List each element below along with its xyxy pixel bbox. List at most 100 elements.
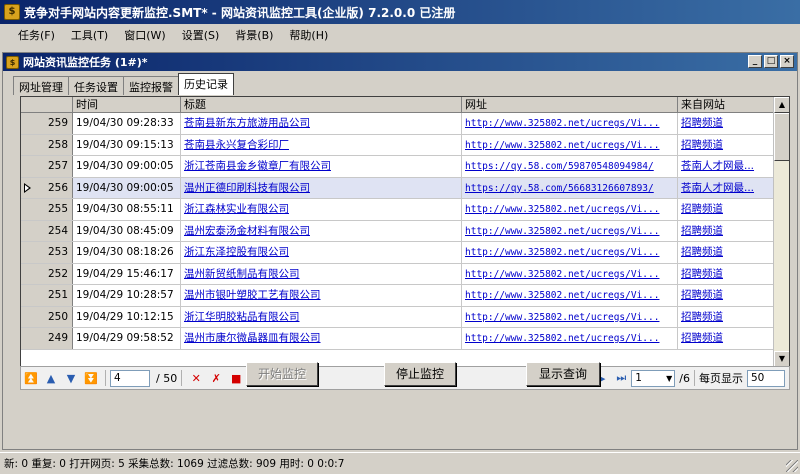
url-link[interactable]: http://www.325802.net/ucregs/Vi... (462, 134, 678, 155)
clear-records-icon[interactable]: ■ (228, 372, 244, 385)
menu-task[interactable]: 任务(F) (10, 25, 63, 45)
header-row-number (21, 97, 73, 112)
first-record-icon[interactable]: ⏫ (23, 372, 39, 385)
nav-separator (694, 370, 695, 386)
tab-alerts[interactable]: 监控报警 (123, 76, 179, 95)
app-window: $ 竞争对手网站内容更新监控.SMT* - 网站资讯监控工具(企业版) 7.2.… (0, 0, 800, 474)
table-row[interactable]: 254 19/04/30 08:45:09 温州宏泰汤金材料有限公司 http://w… (21, 220, 789, 242)
last-record-icon[interactable]: ⏬ (83, 372, 99, 385)
menu-window[interactable]: 窗口(W) (116, 25, 173, 45)
header-title[interactable]: 标题 (181, 97, 462, 112)
minimize-button[interactable]: _ (748, 55, 762, 68)
source-site-link[interactable]: 招聘频道 (678, 306, 775, 327)
scroll-thumb[interactable] (774, 113, 789, 161)
child-app-icon: $ (6, 55, 19, 69)
menu-tools[interactable]: 工具(T) (63, 25, 116, 45)
show-query-button[interactable]: 显示查询 (526, 362, 600, 386)
url-link[interactable]: http://www.325802.net/ucregs/Vi... (462, 263, 678, 284)
time-cell: 19/04/29 10:28:57 (73, 285, 181, 306)
title-link[interactable]: 苍南县新东方旅游用品公司 (181, 113, 462, 134)
per-page-input[interactable]: 50 (747, 369, 785, 387)
grid-vertical-scrollbar[interactable]: ▲ ▼ (773, 97, 789, 367)
source-site-link[interactable]: 招聘频道 (678, 285, 775, 306)
table-row[interactable]: 257 19/04/30 09:00:05 浙江苍南县金乡徽章厂有限公司 https:… (21, 156, 789, 178)
header-source-site[interactable]: 来自网站 (678, 97, 775, 112)
row-number: 255 (21, 199, 73, 220)
url-link[interactable]: http://www.325802.net/ucregs/Vi... (462, 242, 678, 263)
url-link[interactable]: http://www.325802.net/ucregs/Vi... (462, 328, 678, 349)
resize-grip-icon[interactable] (786, 460, 798, 472)
source-site-link[interactable]: 招聘频道 (678, 199, 775, 220)
source-site-link[interactable]: 苍南人才网最... (678, 156, 775, 177)
source-site-link[interactable]: 招聘频道 (678, 263, 775, 284)
menu-help[interactable]: 帮助(H) (281, 25, 336, 45)
row-number: 256 (21, 177, 73, 198)
close-button[interactable]: × (780, 55, 794, 68)
table-row[interactable]: 253 19/04/30 08:18:26 浙江东泽控股有限公司 http://www… (21, 242, 789, 264)
scroll-down-arrow-icon[interactable]: ▼ (774, 351, 789, 367)
header-time[interactable]: 时间 (73, 97, 181, 112)
tab-task-settings[interactable]: 任务设置 (68, 76, 124, 95)
url-link[interactable]: https://qy.58.com/56683126607893/ (462, 177, 678, 198)
url-link[interactable]: http://www.325802.net/ucregs/Vi... (462, 285, 678, 306)
delete-icon[interactable]: ✕ (188, 372, 204, 385)
title-link[interactable]: 温州市银叶塑胶工艺有限公司 (181, 285, 462, 306)
url-link[interactable]: http://www.325802.net/ucregs/Vi... (462, 306, 678, 327)
title-link[interactable]: 浙江苍南县金乡徽章厂有限公司 (181, 156, 462, 177)
table-row[interactable]: 256 19/04/30 09:00:05 温州正德印刷科技有限公司 https://… (21, 177, 789, 199)
title-bar: $ 竞争对手网站内容更新监控.SMT* - 网站资讯监控工具(企业版) 7.2.… (0, 0, 800, 24)
child-title-bar: $ 网站资讯监控任务 (1#)* _ □ × (3, 53, 797, 71)
source-site-link[interactable]: 招聘频道 (678, 134, 775, 155)
table-row[interactable]: 258 19/04/30 09:15:13 苍南县永兴复合彩印厂 http://www… (21, 134, 789, 156)
title-link[interactable]: 温州正德印刷科技有限公司 (181, 177, 462, 198)
page-select[interactable]: 1 ▼ (631, 369, 676, 387)
table-row[interactable]: 252 19/04/29 15:46:17 温州新贸纸制品有限公司 http://ww… (21, 263, 789, 285)
title-link[interactable]: 苍南县永兴复合彩印厂 (181, 134, 462, 155)
table-row[interactable]: 255 19/04/30 08:55:11 浙江森林实业有限公司 http://www… (21, 199, 789, 221)
url-link[interactable]: http://www.325802.net/ucregs/Vi... (462, 199, 678, 220)
url-link[interactable]: https://qy.58.com/59870548094984/ (462, 156, 678, 177)
status-bar: 新: 0 重复: 0 打开网页: 5 采集总数: 1069 过滤总数: 909 … (0, 452, 800, 474)
start-monitor-button[interactable]: 开始监控 (246, 362, 318, 386)
source-site-link[interactable]: 苍南人才网最... (678, 177, 775, 198)
current-record-input[interactable]: 4 (110, 369, 150, 387)
menu-settings[interactable]: 设置(S) (174, 25, 228, 45)
last-page-icon[interactable]: ⏭ (613, 371, 629, 385)
url-link[interactable]: http://www.325802.net/ucregs/Vi... (462, 113, 678, 134)
source-site-link[interactable]: 招聘频道 (678, 328, 775, 349)
delete-all-icon[interactable]: ✗ (208, 372, 224, 385)
table-row[interactable]: 251 19/04/29 10:28:57 温州市银叶塑胶工艺有限公司 http://… (21, 285, 789, 307)
tab-history[interactable]: 历史记录 (178, 73, 234, 95)
title-link[interactable]: 浙江东泽控股有限公司 (181, 242, 462, 263)
tab-url-management[interactable]: 网址管理 (13, 76, 69, 95)
current-row-indicator-icon (24, 182, 31, 193)
menu-background[interactable]: 背景(B) (227, 25, 281, 45)
next-record-icon[interactable]: ▼ (63, 372, 79, 385)
status-text: 新: 0 重复: 0 打开网页: 5 采集总数: 1069 过滤总数: 909 … (4, 458, 345, 470)
window-title: 竞争对手网站内容更新监控.SMT* - 网站资讯监控工具(企业版) 7.2.0.… (24, 5, 456, 20)
prev-record-icon[interactable]: ▲ (43, 372, 59, 385)
stop-monitor-button[interactable]: 停止监控 (384, 362, 456, 386)
header-url[interactable]: 网址 (462, 97, 678, 112)
page-total: /6 (679, 371, 690, 385)
maximize-button[interactable]: □ (764, 55, 778, 68)
source-site-link[interactable]: 招聘频道 (678, 242, 775, 263)
time-cell: 19/04/30 09:28:33 (73, 113, 181, 134)
table-row[interactable]: 259 19/04/30 09:28:33 苍南县新东方旅游用品公司 http://w… (21, 113, 789, 135)
table-row[interactable]: 249 19/04/29 09:58:52 温州市康尔微晶器皿有限公司 http://… (21, 328, 789, 350)
url-link[interactable]: http://www.325802.net/ucregs/Vi... (462, 220, 678, 241)
scroll-up-arrow-icon[interactable]: ▲ (774, 97, 789, 113)
row-number: 251 (21, 285, 73, 306)
per-page-label: 每页显示 (699, 372, 743, 385)
nav-separator (181, 370, 183, 386)
title-link[interactable]: 温州市康尔微晶器皿有限公司 (181, 328, 462, 349)
grid-body: 259 19/04/30 09:28:33 苍南县新东方旅游用品公司 http://w… (21, 113, 789, 350)
title-link[interactable]: 温州新贸纸制品有限公司 (181, 263, 462, 284)
history-grid: 时间 标题 网址 来自网站 259 19/04/30 09:28:33 苍南县新东方… (20, 96, 790, 368)
title-link[interactable]: 浙江华明胶粘品有限公司 (181, 306, 462, 327)
source-site-link[interactable]: 招聘频道 (678, 113, 775, 134)
table-row[interactable]: 250 19/04/29 10:12:15 浙江华明胶粘品有限公司 http://ww… (21, 306, 789, 328)
title-link[interactable]: 温州宏泰汤金材料有限公司 (181, 220, 462, 241)
source-site-link[interactable]: 招聘频道 (678, 220, 775, 241)
title-link[interactable]: 浙江森林实业有限公司 (181, 199, 462, 220)
